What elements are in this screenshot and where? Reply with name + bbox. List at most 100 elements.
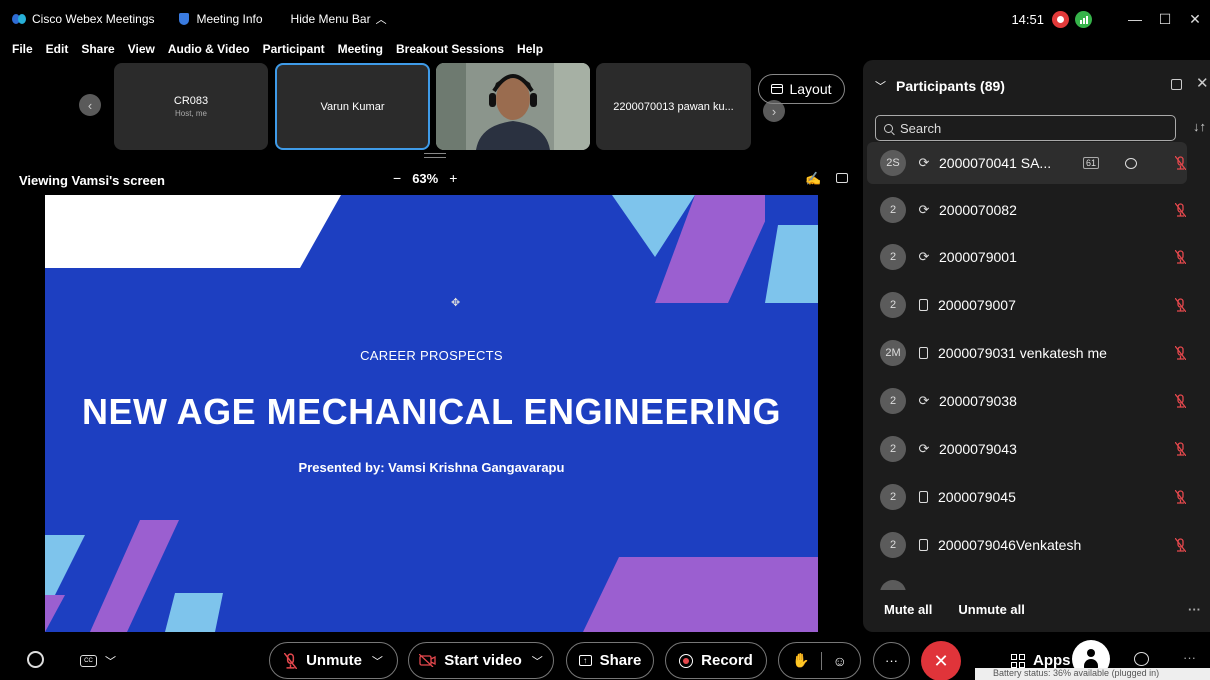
participant-name: 2000070041 SA... [939,155,1052,171]
more-options-button[interactable]: ··· [873,642,910,679]
muted-mic-icon[interactable] [1175,156,1186,170]
apps-label: Apps [1033,652,1071,669]
apps-button[interactable]: Apps [1011,652,1071,669]
share-label: Share [599,652,642,669]
menu-edit[interactable]: Edit [46,42,69,56]
participants-footer: Mute all Unmute all ··· [863,590,1210,628]
video-tile-camera[interactable] [436,63,590,150]
record-button[interactable]: Record [665,642,767,679]
menu-help[interactable]: Help [517,42,543,56]
close-window-button[interactable]: ✕ [1180,11,1210,28]
avatar: 2 [880,532,906,558]
participant-name: 2000079046Venkatesh [938,537,1082,553]
pop-out-screen-icon[interactable] [836,173,848,183]
menu-meeting[interactable]: Meeting [338,42,383,56]
muted-mic-icon[interactable] [1175,490,1186,504]
search-placeholder: Search [900,120,942,136]
layout-button[interactable]: Layout [758,74,845,104]
strip-prev-button[interactable]: ‹ [79,94,101,116]
hide-menu-bar-button[interactable]: Hide Menu Bar ︿ [291,11,387,27]
resize-handle[interactable] [424,153,446,158]
participant-row-partial[interactable] [867,572,1187,590]
participant-row[interactable]: 2 2000079007 [867,284,1187,326]
meeting-info-button[interactable]: Meeting Info [178,12,263,26]
mute-all-button[interactable]: Mute all [884,602,932,617]
participant-row[interactable]: 2 2000079046Venkatesh [867,524,1187,566]
phone-icon [919,347,928,359]
tile-name: Varun Kumar [320,100,385,113]
pop-out-icon[interactable] [1171,79,1182,90]
tile-role: Host, me [174,109,207,118]
recording-indicator-icon[interactable] [1052,10,1069,28]
leave-meeting-button[interactable]: ✕ [921,641,961,680]
menu-file[interactable]: File [12,42,33,56]
unmute-button[interactable]: Unmute ﹀ [269,642,398,679]
video-tile-varun-kumar[interactable]: Varun Kumar [275,63,430,150]
start-video-button[interactable]: Start video ﹀ [408,642,554,679]
headset-icon: ⟳ [918,249,930,264]
zoom-level[interactable]: 63% [412,171,438,186]
participants-header[interactable]: ﹀ Participants (89) [875,78,1005,94]
more-options-icon[interactable]: ··· [1188,602,1201,617]
title-bar: Cisco Webex Meetings Meeting Info Hide M… [0,0,1210,38]
participant-row[interactable]: 2 ⟳ 2000079001 [867,236,1187,278]
participant-row[interactable]: 2S ⟳ 2000070041 SA... 61 [867,142,1187,184]
video-tile-pawan[interactable]: 2200070013 pawan ku... [596,63,751,150]
menu-breakout-sessions[interactable]: Breakout Sessions [396,42,504,56]
closed-captions-icon: CC [80,655,97,667]
hide-menu-label: Hide Menu Bar [290,12,371,26]
network-status-icon[interactable] [1075,10,1092,28]
chevron-up-icon: ︿ [375,14,387,26]
maximize-button[interactable]: ☐ [1150,11,1180,28]
share-button[interactable]: ↑ Share [566,642,654,679]
participants-search-input[interactable]: Search [875,115,1176,141]
meeting-info-label: Meeting Info [196,12,263,26]
audio-connection-icon[interactable] [27,651,44,668]
avatar [880,580,906,590]
muted-mic-icon[interactable] [1175,442,1186,456]
participant-row[interactable]: 2 ⟳ 2000079038 [867,380,1187,422]
chat-icon[interactable] [1134,652,1149,666]
unmute-all-button[interactable]: Unmute all [958,602,1024,617]
menu-audio-video[interactable]: Audio & Video [168,42,250,56]
sort-icon[interactable]: ↓↑ [1193,119,1206,134]
video-off-icon [419,654,436,667]
app-name: Cisco Webex Meetings [32,12,155,26]
menu-share[interactable]: Share [81,42,114,56]
participants-panel: ﹀ Participants (89) ✕ Search ↓↑ 2S ⟳ 200… [863,60,1210,632]
muted-mic-icon[interactable] [1175,298,1186,312]
more-icon[interactable]: ··· [1183,650,1196,665]
muted-mic-icon[interactable] [1175,394,1186,408]
participant-row[interactable]: 2 ⟳ 2000070082 [867,189,1187,231]
close-panel-icon[interactable]: ✕ [1196,74,1209,92]
avatar: 2S [880,150,906,176]
menu-view[interactable]: View [128,42,155,56]
reactions-icon[interactable]: ☺ [833,653,847,669]
tile-name: 2200070013 pawan ku... [613,100,734,113]
zoom-out-button[interactable]: − [393,170,401,186]
shield-icon [178,13,189,25]
participant-row[interactable]: 2 2000079045 [867,476,1187,518]
video-tile-cr083[interactable]: CR083 Host, me [114,63,268,150]
participant-row[interactable]: 2 ⟳ 2000079043 [867,428,1187,470]
annotate-icon[interactable]: ✍ [805,171,821,187]
muted-mic-icon[interactable] [1175,250,1186,264]
clock: 14:51 [1011,11,1044,27]
webex-logo-icon [12,13,26,25]
menu-participant[interactable]: Participant [263,42,325,56]
chat-icon[interactable] [1125,157,1137,169]
reactions-group: ✋ ☺ [778,642,861,679]
layout-label: Layout [789,81,832,97]
captions-button[interactable]: CC ﹀ [80,653,116,669]
zoom-in-button[interactable]: + [449,170,457,186]
start-video-label: Start video [444,652,522,669]
participant-row[interactable]: 2M 2000079031 venkatesh me [867,332,1187,374]
minimize-button[interactable]: — [1120,11,1150,27]
muted-mic-icon[interactable] [1175,538,1186,552]
apps-icon [1011,653,1025,668]
muted-mic-icon[interactable] [1175,346,1186,360]
avatar: 2 [880,388,906,414]
phone-icon [919,299,928,311]
raise-hand-icon[interactable]: ✋ [792,652,809,669]
muted-mic-icon[interactable] [1175,203,1186,217]
